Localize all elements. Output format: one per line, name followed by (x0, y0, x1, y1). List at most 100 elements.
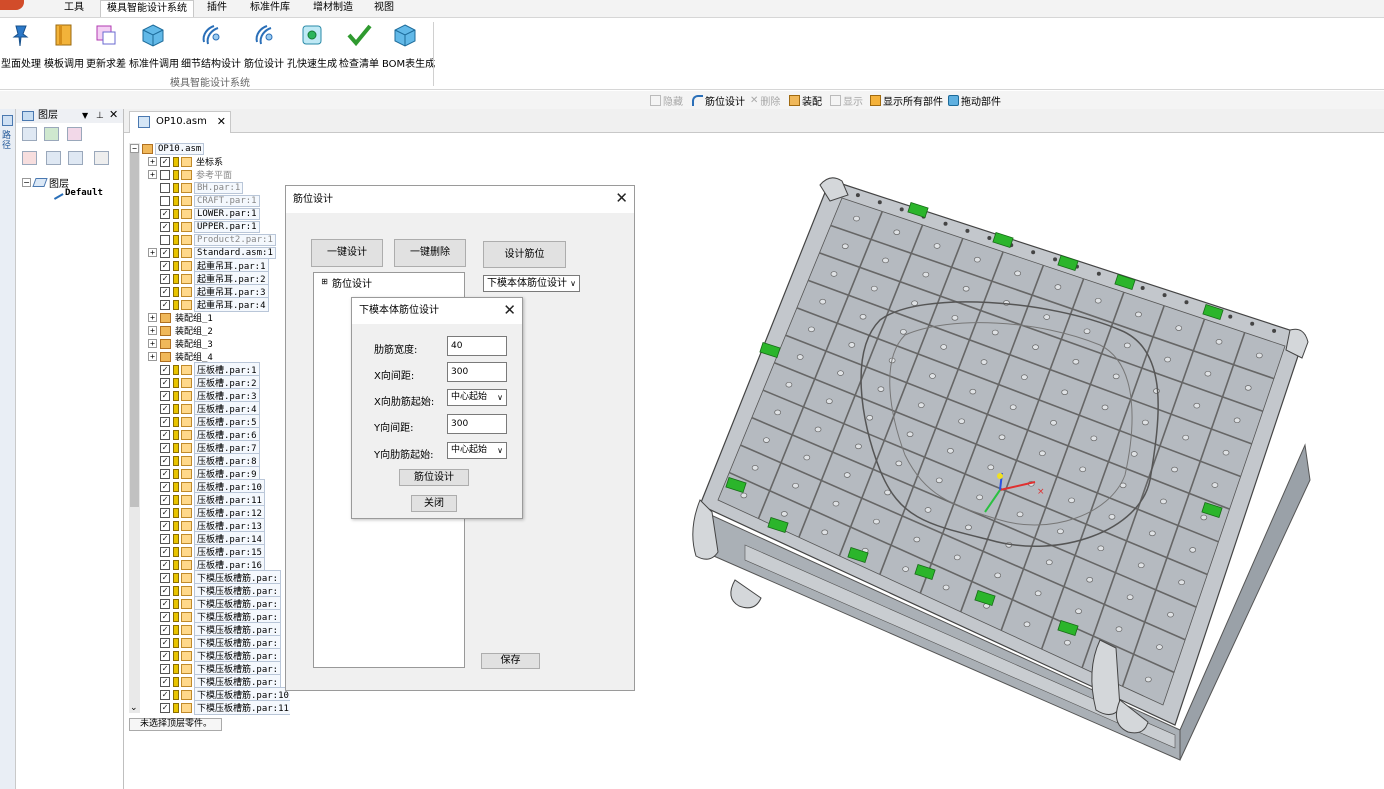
visibility-checkbox[interactable]: ✓ (160, 364, 170, 375)
tree-item[interactable]: + 装配组_3 (148, 337, 215, 350)
tree-item[interactable]: ✓ 起重吊耳.par:4 (148, 297, 269, 312)
expand-icon[interactable]: + (148, 326, 157, 335)
visibility-checkbox[interactable]: ✓ (160, 689, 170, 700)
panel-menu-icon[interactable]: ▼ (82, 109, 88, 123)
drag-part-command[interactable]: 拖动部件 (948, 93, 1001, 108)
rib-design-button[interactable]: 筋位设计 (244, 22, 284, 70)
visibility-checkbox[interactable]: ✓ (160, 260, 170, 271)
expand-icon[interactable]: + (148, 352, 157, 361)
layer-toolbar-edit-icon[interactable] (46, 151, 61, 165)
update-diff-button[interactable]: 更新求差 (86, 22, 126, 70)
rib-mode-select[interactable]: 下模本体筋位设计 ∨ (483, 275, 580, 292)
visibility-checkbox[interactable]: ✓ (160, 494, 170, 505)
visibility-checkbox[interactable]: ✓ (160, 455, 170, 466)
close-icon[interactable]: ✕ (503, 302, 516, 318)
visibility-checkbox[interactable] (160, 169, 170, 180)
tree-item[interactable]: Product2.par:1 (148, 233, 276, 246)
detail-structure-button[interactable]: 细节结构设计 (180, 22, 242, 70)
visibility-checkbox[interactable]: ✓ (160, 507, 170, 518)
visibility-checkbox[interactable]: ✓ (160, 156, 170, 167)
visibility-checkbox[interactable]: ✓ (160, 429, 170, 440)
visibility-checkbox[interactable]: ✓ (160, 520, 170, 531)
visibility-checkbox[interactable]: ✓ (160, 611, 170, 622)
visibility-checkbox[interactable]: ✓ (160, 416, 170, 427)
close-doc-icon[interactable]: ✕ (217, 112, 226, 132)
visibility-checkbox[interactable]: ✓ (160, 637, 170, 648)
visibility-checkbox[interactable]: ✓ (160, 286, 170, 297)
document-tab[interactable]: OP10.asm ✕ (129, 111, 231, 133)
visibility-checkbox[interactable]: ✓ (160, 273, 170, 284)
expand-icon[interactable]: + (148, 339, 157, 348)
visibility-checkbox[interactable]: ✓ (160, 598, 170, 609)
one-click-design-button[interactable]: 一键设计 (311, 239, 383, 267)
visibility-checkbox[interactable] (160, 182, 170, 193)
visibility-checkbox[interactable]: ✓ (160, 676, 170, 687)
y-spacing-input[interactable]: 300 (447, 414, 507, 434)
tree-scroll-thumb[interactable] (130, 147, 139, 507)
tree-item[interactable]: CRAFT.par:1 (148, 194, 260, 207)
visibility-checkbox[interactable]: ✓ (160, 468, 170, 479)
tree-item[interactable]: + 参考平面 (148, 168, 234, 181)
expand-icon[interactable]: + (148, 313, 157, 322)
visibility-checkbox[interactable]: ✓ (160, 481, 170, 492)
visibility-checkbox[interactable]: ✓ (160, 546, 170, 557)
visibility-checkbox[interactable]: ✓ (160, 702, 170, 713)
rib-design-apply-button[interactable]: 筋位设计 (399, 469, 469, 486)
expand-icon[interactable]: ⊞ (320, 278, 329, 287)
visibility-checkbox[interactable]: ✓ (160, 377, 170, 388)
app-menu-icon[interactable] (0, 0, 24, 10)
expand-icon[interactable]: + (148, 170, 157, 179)
delete-command[interactable]: ✕ 删除 (750, 93, 780, 108)
visibility-checkbox[interactable]: ✓ (160, 533, 170, 544)
layer-toolbar-move-icon[interactable] (68, 151, 83, 165)
tree-item[interactable]: ✓ UPPER.par:1 (148, 220, 260, 233)
hide-command[interactable]: 隐藏 (650, 93, 683, 108)
design-rib-button[interactable]: 设计筋位 (483, 241, 566, 268)
visibility-checkbox[interactable]: ✓ (160, 650, 170, 661)
visibility-checkbox[interactable]: ✓ (160, 247, 170, 258)
left-side-tab[interactable]: 路径 (0, 109, 16, 789)
quick-hole-button[interactable]: 孔快速生成 (287, 22, 337, 70)
standard-part-call-button[interactable]: 标准件调用 (129, 22, 179, 70)
rib-width-input[interactable]: 40 (447, 336, 507, 356)
visibility-checkbox[interactable]: ✓ (160, 624, 170, 635)
tab-mold-design[interactable]: 模具智能设计系统 (100, 0, 194, 17)
one-click-delete-button[interactable]: 一键删除 (394, 239, 466, 267)
bom-generate-button[interactable]: BOM表生成 (382, 22, 435, 70)
y-start-select[interactable]: 中心起始 ∨ (447, 442, 507, 459)
visibility-checkbox[interactable]: ✓ (160, 403, 170, 414)
tree-item[interactable]: + 装配组_1 (148, 311, 215, 324)
expand-icon[interactable]: + (148, 248, 157, 257)
show-all-parts-command[interactable]: 显示所有部件 (870, 93, 943, 108)
tree-root[interactable]: − OP10.asm (130, 142, 205, 155)
visibility-checkbox[interactable] (160, 195, 170, 206)
tree-item[interactable]: BH.par:1 (148, 181, 244, 194)
expand-icon[interactable]: + (148, 157, 157, 166)
tab-standard-parts[interactable]: 标准件库 (244, 0, 296, 17)
check-list-button[interactable]: 检查清单 (339, 22, 379, 70)
layer-default-item[interactable]: Default (50, 186, 103, 200)
assemble-command[interactable]: 装配 (789, 93, 822, 108)
rib-design-command[interactable]: 筋位设计 (692, 93, 745, 108)
pin-panel-icon[interactable]: ⊥ (96, 109, 104, 123)
tab-plugins[interactable]: 插件 (201, 0, 233, 17)
x-start-select[interactable]: 中心起始 ∨ (447, 389, 507, 406)
visibility-checkbox[interactable]: ✓ (160, 585, 170, 596)
close-panel-icon[interactable]: ✕ (109, 108, 118, 122)
tab-tools[interactable]: 工具 (58, 0, 90, 17)
tree-item[interactable]: ✓ 下模压板槽筋.par:11 (148, 700, 292, 715)
tree-item[interactable]: ✓ LOWER.par:1 (148, 207, 260, 220)
visibility-checkbox[interactable]: ✓ (160, 663, 170, 674)
show-command[interactable]: 显示 (830, 93, 863, 108)
tree-item[interactable]: + ✓ 坐标系 (148, 155, 225, 168)
collapse-icon[interactable]: − (130, 144, 139, 153)
surface-process-button[interactable]: 型面处理 (1, 22, 41, 70)
layer-toolbar-view-icon[interactable] (44, 127, 59, 141)
visibility-checkbox[interactable]: ✓ (160, 221, 170, 232)
tree-scrollbar[interactable] (129, 143, 140, 713)
x-spacing-input[interactable]: 300 (447, 362, 507, 382)
tab-additive[interactable]: 增材制造 (307, 0, 359, 17)
visibility-checkbox[interactable]: ✓ (160, 299, 170, 310)
rib-tree-root[interactable]: ⊞ 筋位设计 (320, 275, 372, 290)
visibility-checkbox[interactable]: ✓ (160, 572, 170, 583)
